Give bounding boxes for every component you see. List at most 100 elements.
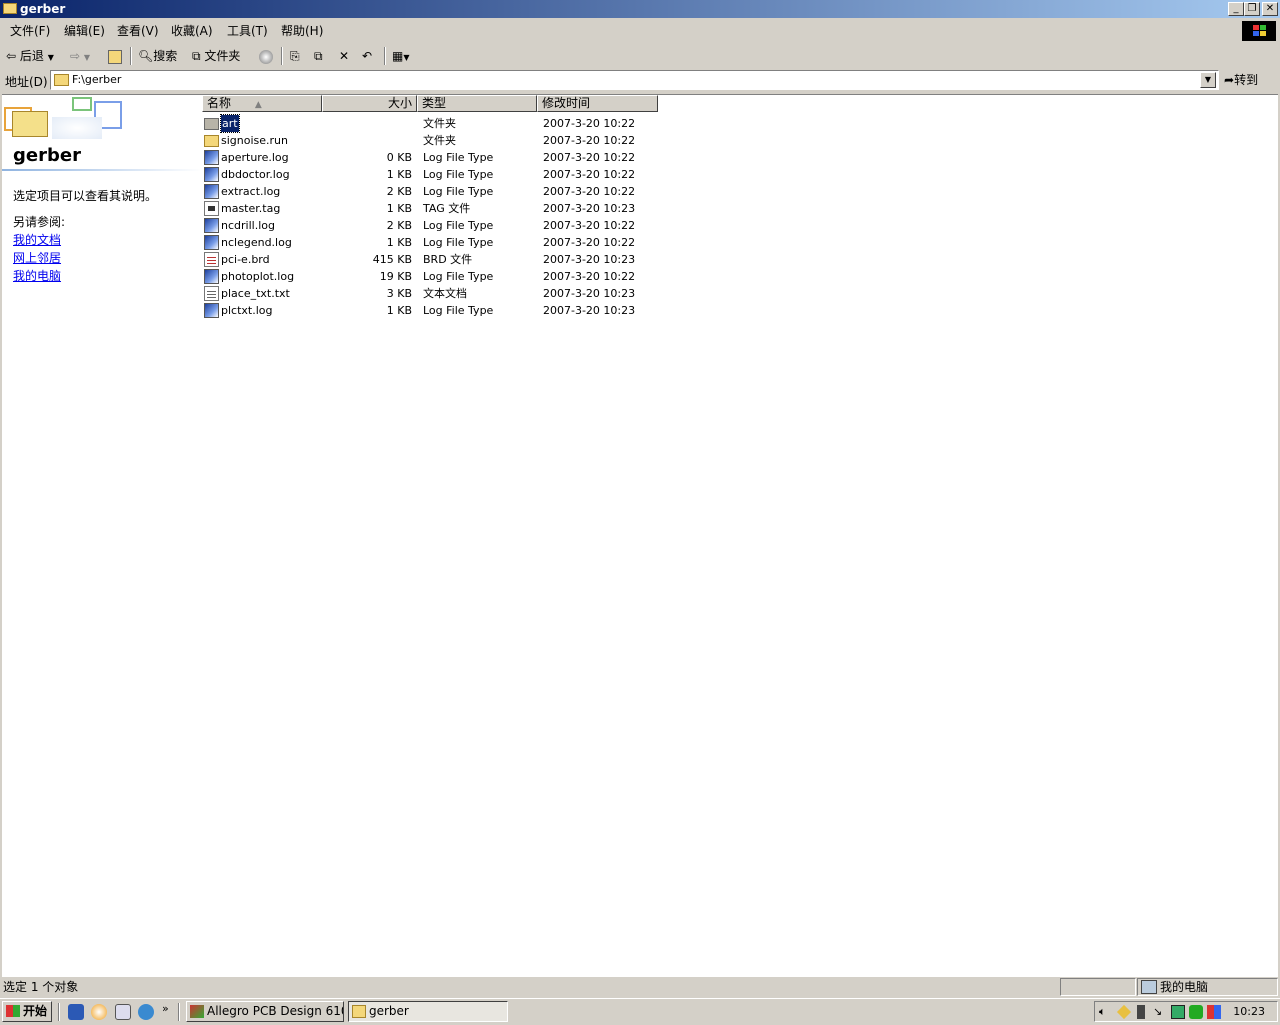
- folders-button[interactable]: ⧉ 文件夹: [192, 46, 240, 66]
- file-row[interactable]: aperture.log 0 KB Log File Type 2007-3-20 1…: [202, 149, 1278, 166]
- file-name[interactable]: ncdrill.log: [221, 217, 275, 234]
- windows-logo-icon: [1242, 21, 1276, 41]
- link-network-places[interactable]: 网上邻居: [13, 249, 61, 266]
- file-row[interactable]: master.tag 1 KB TAG 文件 2007-3-20 10:23: [202, 200, 1278, 217]
- file-name[interactable]: master.tag: [221, 200, 280, 217]
- quicklaunch-media-icon[interactable]: [91, 1004, 107, 1020]
- folder-icon: [204, 135, 219, 147]
- file-type: 文本文档: [423, 287, 467, 300]
- task-gerber[interactable]: gerber: [348, 1001, 508, 1022]
- link-my-computer[interactable]: 我的电脑: [13, 267, 61, 284]
- menu-favorites[interactable]: 收藏(A): [171, 23, 213, 39]
- column-type[interactable]: 类型: [417, 95, 537, 112]
- file-name[interactable]: art: [220, 114, 240, 133]
- close-button[interactable]: ✕: [1262, 2, 1278, 16]
- taskbar-separator: [178, 1003, 180, 1021]
- file-row[interactable]: photoplot.log 19 KB Log File Type 2007-3-20…: [202, 268, 1278, 285]
- history-button[interactable]: [259, 46, 273, 66]
- file-type: Log File Type: [423, 219, 494, 232]
- file-row[interactable]: ncdrill.log 2 KB Log File Type 2007-3-20 10…: [202, 217, 1278, 234]
- file-size: 1 KB: [386, 202, 412, 215]
- taskbar-separator: [58, 1003, 60, 1021]
- file-type: TAG 文件: [423, 202, 471, 215]
- restore-button[interactable]: ❐: [1244, 2, 1260, 16]
- chevron-down-icon: ▼: [83, 53, 91, 62]
- toolbar: ⇦ 后退 ▼ ⇨ ▼ 🔍︎搜索 ⧉ 文件夹 ⎘ ⧉ ✕ ↶ ▦▼: [0, 44, 1280, 68]
- column-name[interactable]: 名称 ▲: [202, 95, 322, 112]
- folder-gray-icon: [204, 118, 219, 130]
- tray-arrow-icon[interactable]: ↘: [1153, 1005, 1167, 1019]
- file-modified: 2007-3-20 10:22: [543, 185, 636, 198]
- file-name[interactable]: nclegend.log: [221, 234, 292, 251]
- up-folder-icon: [108, 49, 122, 64]
- file-name[interactable]: photoplot.log: [221, 268, 294, 285]
- file-row[interactable]: pci-e.brd 415 KB BRD 文件 2007-3-20 10:23: [202, 251, 1278, 268]
- file-name[interactable]: place_txt.txt: [221, 285, 290, 302]
- tray-device-icon[interactable]: [1137, 1005, 1145, 1019]
- file-name[interactable]: signoise.run: [221, 132, 288, 149]
- menu-view[interactable]: 查看(V): [117, 23, 159, 39]
- file-name[interactable]: pci-e.brd: [221, 251, 270, 268]
- tray-network-icon[interactable]: [1171, 1005, 1185, 1019]
- file-type: Log File Type: [423, 168, 494, 181]
- address-value[interactable]: F:\gerber: [72, 73, 121, 87]
- file-size: 19 KB: [379, 270, 412, 283]
- file-name[interactable]: dbdoctor.log: [221, 166, 290, 183]
- task-allegro-label: Allegro PCB Design 610: p...: [207, 1004, 343, 1018]
- quicklaunch-app-icon[interactable]: [138, 1004, 154, 1020]
- quicklaunch-more-icon[interactable]: »: [162, 1002, 169, 1015]
- back-button[interactable]: ⇦ 后退 ▼: [6, 46, 54, 66]
- quicklaunch-ie-icon[interactable]: [68, 1004, 84, 1020]
- search-icon: 🔍︎: [138, 49, 154, 63]
- file-type: BRD 文件: [423, 253, 473, 266]
- file-name[interactable]: extract.log: [221, 183, 280, 200]
- tray-tool-icon[interactable]: [1116, 1004, 1132, 1020]
- tray-flag-icon[interactable]: [1207, 1005, 1221, 1019]
- volume-icon[interactable]: 🔈︎: [1099, 1005, 1113, 1019]
- move-to-button[interactable]: ⎘: [290, 46, 300, 66]
- file-row[interactable]: signoise.run 文件夹 2007-3-20 10:22: [202, 132, 1278, 149]
- folder-banner-icon: [2, 97, 122, 139]
- file-modified: 2007-3-20 10:22: [543, 151, 636, 164]
- start-button[interactable]: 开始: [2, 1001, 52, 1022]
- menu-file[interactable]: 文件(F): [10, 23, 50, 39]
- tray-app-icon[interactable]: [1189, 1005, 1203, 1019]
- search-label: 搜索: [153, 49, 178, 63]
- file-row[interactable]: plctxt.log 1 KB Log File Type 2007-3-20 10:…: [202, 302, 1278, 319]
- column-size[interactable]: 大小: [322, 95, 417, 112]
- clock[interactable]: 10:23: [1233, 1004, 1265, 1020]
- column-modified[interactable]: 修改时间: [537, 95, 658, 112]
- web-view-pane: gerber 选定项目可以查看其说明。 另请参阅: 我的文档 网上邻居 我的电脑: [2, 95, 202, 977]
- forward-button[interactable]: ⇨ ▼: [70, 46, 90, 66]
- allegro-icon: [190, 1005, 204, 1018]
- link-my-documents[interactable]: 我的文档: [13, 231, 61, 248]
- title-bar[interactable]: gerber _ ❐ ✕: [0, 0, 1280, 18]
- delete-button[interactable]: ✕: [339, 46, 349, 66]
- undo-button[interactable]: ↶: [362, 46, 372, 66]
- file-row[interactable]: nclegend.log 1 KB Log File Type 2007-3-20 1…: [202, 234, 1278, 251]
- search-button[interactable]: 🔍︎搜索: [138, 46, 177, 66]
- minimize-button[interactable]: _: [1228, 2, 1244, 16]
- menu-help[interactable]: 帮助(H): [281, 23, 323, 39]
- file-row[interactable]: art 文件夹 2007-3-20 10:22: [202, 114, 1278, 133]
- menu-tools[interactable]: 工具(T): [227, 23, 268, 39]
- quicklaunch-desktop-icon[interactable]: [115, 1004, 131, 1020]
- file-row[interactable]: extract.log 2 KB Log File Type 2007-3-20 10…: [202, 183, 1278, 200]
- address-dropdown-button[interactable]: ▼: [1200, 72, 1216, 88]
- status-bar: 选定 1 个对象 我的电脑: [0, 977, 1280, 997]
- file-row[interactable]: place_txt.txt 3 KB 文本文档 2007-3-20 10:23: [202, 285, 1278, 302]
- go-button[interactable]: ➦转到: [1224, 71, 1258, 89]
- file-row[interactable]: dbdoctor.log 1 KB Log File Type 2007-3-20 1…: [202, 166, 1278, 183]
- task-allegro[interactable]: Allegro PCB Design 610: p...: [186, 1001, 344, 1022]
- status-zone-label: 我的电脑: [1160, 980, 1209, 994]
- views-button[interactable]: ▦▼: [392, 46, 410, 66]
- file-name[interactable]: plctxt.log: [221, 302, 273, 319]
- address-input[interactable]: F:\gerber ▼: [50, 70, 1219, 90]
- copy-to-button[interactable]: ⧉: [314, 46, 323, 66]
- file-name[interactable]: aperture.log: [221, 149, 289, 166]
- address-label: 地址(D): [5, 75, 48, 89]
- chevron-down-icon[interactable]: ▼: [48, 53, 54, 62]
- menu-edit[interactable]: 编辑(E): [64, 23, 105, 39]
- toolbar-separator: [130, 47, 132, 65]
- up-folder-button[interactable]: [108, 46, 122, 66]
